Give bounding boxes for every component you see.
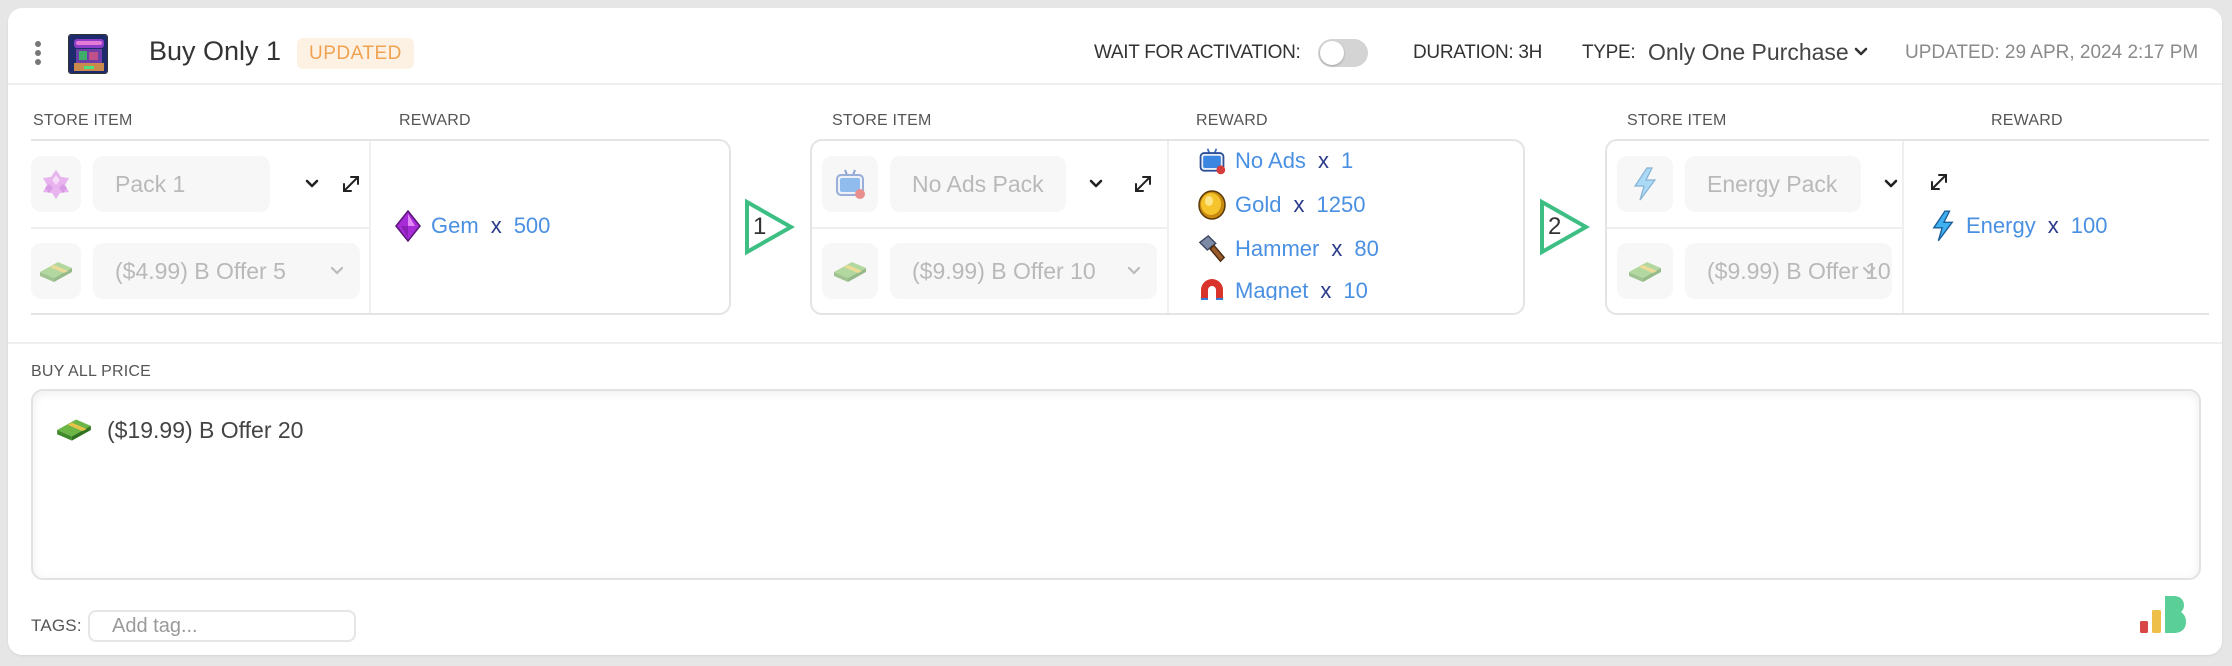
step-card-1: Pack 1 ($4.99) B Offer 5 Gem x 500 (31, 139, 731, 315)
price-select-value: ($4.99) B Offer 5 (115, 258, 286, 284)
no-ads-icon (836, 169, 865, 199)
cash-icon (1629, 262, 1661, 282)
cash-icon (40, 262, 72, 282)
chevron-down-icon[interactable] (1883, 177, 1899, 191)
type-dropdown[interactable]: Only One Purchase (1648, 39, 1849, 66)
rewards-list: No Ads x 1 Gold x 1250 Hammer x 80 Magne… (1197, 146, 1379, 300)
step-arrow-2: 2 (1538, 198, 1591, 261)
status-badge: UPDATED (297, 38, 414, 69)
duration-label: DURATION: 3H (1413, 42, 1543, 63)
price-icon (31, 243, 81, 299)
store-item-select[interactable]: Energy Pack (1685, 156, 1861, 212)
chevron-down-icon[interactable] (330, 265, 344, 277)
store-item-icon (31, 156, 81, 212)
no-ads-icon (1197, 146, 1227, 176)
cash-icon (57, 419, 91, 441)
energy-icon (1928, 210, 1958, 242)
reward-column-label: REWARD (1196, 112, 1268, 129)
more-options-icon[interactable] (34, 41, 42, 65)
type-label: TYPE: (1582, 42, 1636, 63)
store-item-column-label: STORE ITEM (33, 112, 133, 129)
reward-column-label: REWARD (1991, 112, 2063, 129)
reward-item[interactable]: Magnet x 10 (1197, 278, 1379, 300)
price-select[interactable]: ($9.99) B Offer 10 (890, 243, 1157, 299)
price-icon (822, 243, 878, 299)
step-card-3: Energy Pack ($9.99) B Offer 10 Energy x (1605, 139, 2209, 315)
brand-logo-icon (2140, 596, 2186, 633)
step-arrow-1: 1 (743, 198, 796, 261)
updated-timestamp: UPDATED: 29 APR, 2024 2:17 PM (1905, 42, 2199, 63)
price-select-value: ($9.99) B Offer 10 (912, 258, 1096, 284)
offer-panel: Buy Only 1 UPDATED WAIT FOR ACTIVATION: … (8, 8, 2222, 655)
game-thumbnail (68, 34, 108, 74)
expand-icon[interactable] (1132, 173, 1154, 195)
offer-title: Buy Only 1 (149, 36, 282, 66)
play-arrow-icon (745, 198, 796, 256)
reward-item[interactable]: Gold x 1250 (1197, 190, 1379, 220)
tags-label: TAGS: (31, 616, 82, 635)
energy-icon (1633, 167, 1657, 201)
buy-all-price-box[interactable]: ($19.99) B Offer 20 (31, 389, 2201, 580)
rewards-list: Gem x 500 (393, 210, 550, 242)
add-tag-input[interactable] (88, 610, 356, 642)
wait-for-activation-label: WAIT FOR ACTIVATION: (1094, 42, 1301, 63)
store-item-column-label: STORE ITEM (1627, 112, 1727, 129)
rewards-list: Energy x 100 (1928, 210, 2107, 242)
chevron-down-icon[interactable] (304, 177, 320, 191)
header-divider (8, 83, 2222, 85)
chevron-down-icon[interactable] (1862, 265, 1876, 277)
gem-icon (393, 210, 423, 242)
expand-icon[interactable] (340, 173, 362, 195)
reward-item[interactable]: Hammer x 80 (1197, 234, 1379, 264)
section-divider (8, 342, 2222, 344)
hammer-icon (1197, 234, 1227, 264)
magnet-icon (1197, 278, 1227, 300)
buy-all-price-label: BUY ALL PRICE (31, 363, 151, 380)
gold-coin-icon (1197, 190, 1227, 220)
reward-item[interactable]: Gem x 500 (393, 210, 550, 242)
store-item-icon (822, 156, 878, 212)
reward-item[interactable]: No Ads x 1 (1197, 146, 1379, 176)
store-item-column-label: STORE ITEM (832, 112, 932, 129)
price-icon (1617, 243, 1673, 299)
price-select[interactable]: ($9.99) B Offer 10 (1685, 243, 1892, 299)
play-arrow-icon (1540, 198, 1591, 256)
store-item-icon (1617, 156, 1673, 212)
chevron-down-icon[interactable] (1127, 265, 1141, 277)
step-card-2: No Ads Pack ($9.99) B Offer 10 No Ads x (810, 139, 1525, 315)
reward-column-label: REWARD (399, 112, 471, 129)
chevron-down-icon[interactable] (1853, 44, 1869, 60)
buy-all-price-value: ($19.99) B Offer 20 (107, 417, 304, 443)
price-select[interactable]: ($4.99) B Offer 5 (93, 243, 360, 299)
step-number: 1 (753, 213, 767, 240)
step-number: 2 (1548, 213, 1562, 240)
gem-cluster-icon (43, 170, 69, 199)
cash-icon (834, 262, 866, 282)
store-item-select[interactable]: No Ads Pack (890, 156, 1066, 212)
expand-icon[interactable] (1928, 171, 1950, 193)
wait-for-activation-toggle[interactable] (1318, 39, 1368, 67)
store-item-select[interactable]: Pack 1 (93, 156, 270, 212)
chevron-down-icon[interactable] (1088, 177, 1104, 191)
reward-item[interactable]: Energy x 100 (1928, 210, 2107, 242)
